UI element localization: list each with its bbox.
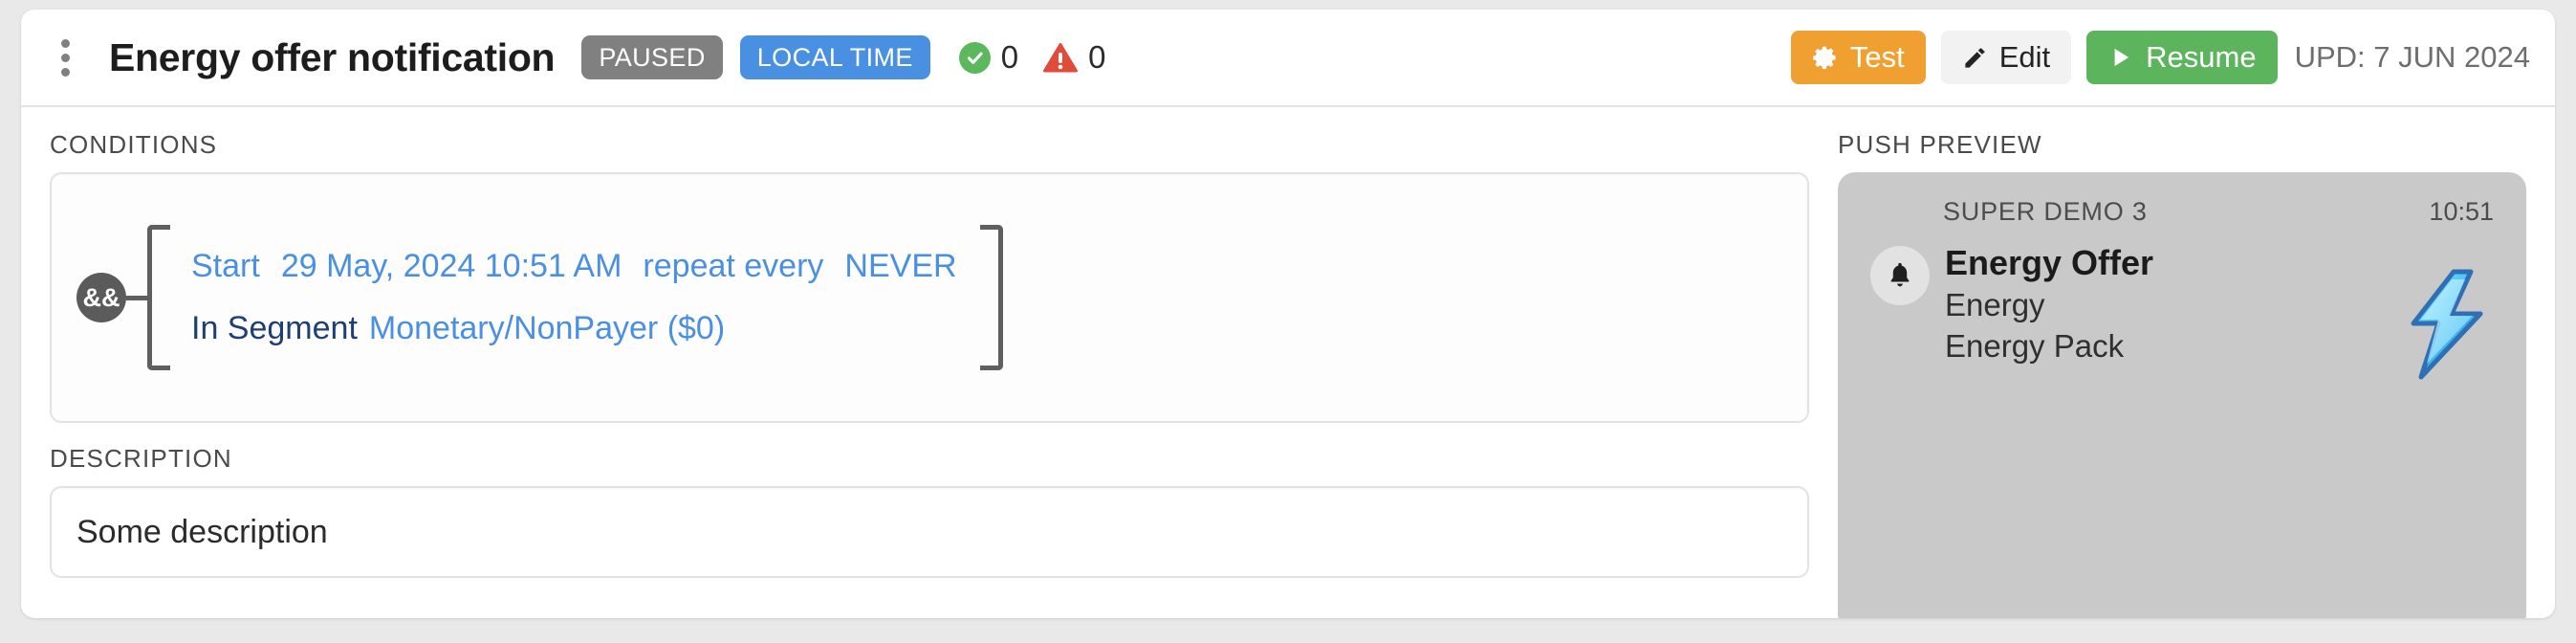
lightning-bolt-icon [2394,268,2498,381]
description-value: Some description [76,513,328,550]
check-circle-icon [958,41,991,74]
edit-button-label: Edit [1998,40,2051,74]
push-header-row: SUPER DEMO 3 10:51 [1870,197,2494,227]
warning-counter: 0 [1043,39,1106,76]
bell-icon [1870,246,1930,305]
description-section: DESCRIPTION Some description [50,444,1809,578]
condition-row: In Segment Monetary/NonPayer ($0) [191,310,957,347]
success-counter: 0 [958,39,1019,76]
conditions-panel: && Start 29 May, 2024 10:51 AM repeat ev… [50,172,1809,423]
main-card: Energy offer notification PAUSED LOCAL T… [21,10,2555,618]
updated-date: UPD: 7 JUN 2024 [2294,40,2530,74]
warning-triangle-icon [1043,42,1079,74]
resume-button[interactable]: Resume [2086,31,2278,84]
content-area: CONDITIONS && Start 29 May, 2024 10:51 A… [21,107,2555,618]
header-actions: Test Edit Resume UPD: 7 JUN 2024 [1790,31,2530,84]
condition-token-in-segment[interactable]: In Segment [191,310,358,347]
condition-rows: Start 29 May, 2024 10:51 AM repeat every… [170,248,980,347]
condition-token-repeat-value[interactable]: NEVER [844,248,956,285]
description-field[interactable]: Some description [50,486,1809,578]
resume-button-label: Resume [2146,40,2257,74]
edit-button[interactable]: Edit [1940,31,2072,84]
pencil-icon [1962,45,1988,71]
left-column: CONDITIONS && Start 29 May, 2024 10:51 A… [50,130,1838,618]
bracket-left [147,225,170,370]
status-badge-paused[interactable]: PAUSED [581,35,723,79]
operator-badge[interactable]: && [76,273,126,322]
play-icon [2107,44,2134,71]
kebab-menu-icon[interactable] [46,36,84,78]
app-page: Energy offer notification PAUSED LOCAL T… [0,0,2576,643]
header-bar: Energy offer notification PAUSED LOCAL T… [21,10,2555,107]
push-preview-card: SUPER DEMO 3 10:51 Energy Offer Energy E… [1838,172,2526,618]
success-count: 0 [1000,39,1019,75]
warning-count: 0 [1088,39,1106,75]
gear-icon [1812,44,1839,71]
test-button[interactable]: Test [1790,31,1926,84]
kebab-dot [60,38,70,48]
kebab-dot [60,67,70,77]
push-preview-label: PUSH PREVIEW [1838,130,2042,159]
page-title: Energy offer notification [109,34,556,79]
condition-row: Start 29 May, 2024 10:51 AM repeat every… [191,248,957,285]
description-label: DESCRIPTION [50,444,232,473]
status-badge-local-time[interactable]: LOCAL TIME [739,35,930,79]
condition-token-datetime[interactable]: 29 May, 2024 10:51 AM [281,248,622,285]
operator-connector [126,295,147,300]
push-time: 10:51 [2429,197,2494,226]
conditions-label: CONDITIONS [50,130,218,159]
condition-token-segment-value[interactable]: Monetary/NonPayer ($0) [369,310,725,347]
condition-group: && Start 29 May, 2024 10:51 AM repeat ev… [76,225,1003,370]
push-app-name: SUPER DEMO 3 [1943,197,2148,226]
status-counters: 0 0 [958,39,1106,76]
right-column: PUSH PREVIEW SUPER DEMO 3 10:51 Energy O… [1838,130,2526,618]
kebab-dot [60,53,70,62]
condition-token-repeat-label[interactable]: repeat every [643,248,823,285]
condition-token-start[interactable]: Start [191,248,260,285]
test-button-label: Test [1849,40,1905,74]
bracket-right [979,225,1003,370]
